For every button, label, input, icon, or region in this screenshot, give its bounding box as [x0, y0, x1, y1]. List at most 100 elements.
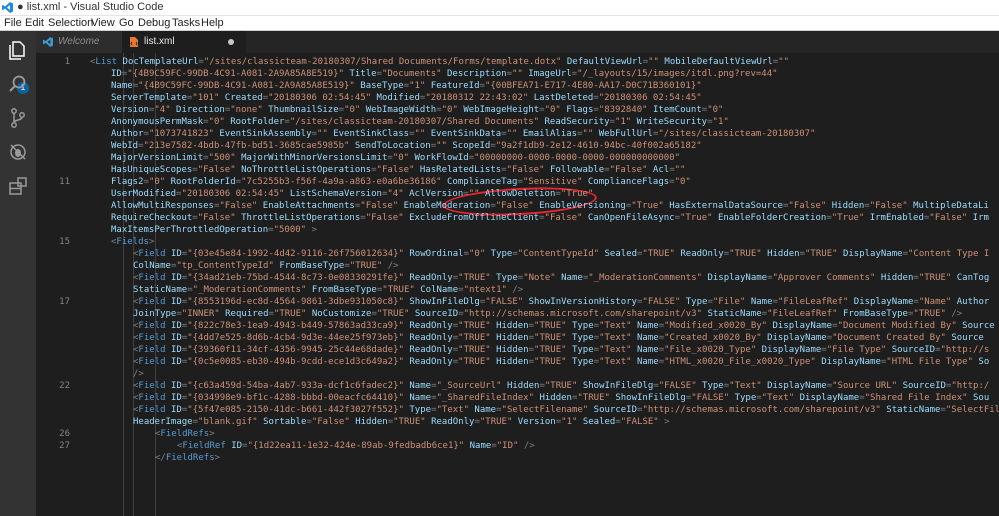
- code-text: AllowMultiResponses="False" EnableAttach…: [111, 200, 989, 212]
- code-token: "_ModerationComments": [588, 273, 703, 283]
- menu-help[interactable]: Help: [201, 16, 224, 30]
- code-editor[interactable]: 1 <List DocTemplateUrl="/sites/classictea…: [36, 53, 999, 516]
- code-token: EventSinkAssembly: [219, 129, 312, 139]
- code-token: />: [523, 441, 535, 451]
- debug-icon[interactable]: [7, 141, 29, 163]
- code-line[interactable]: WebId="213e7582-4bdb-47fb-bd51-3685cae59…: [36, 140, 999, 152]
- code-line[interactable]: UserModified="20180306 02:54:45" ListSch…: [36, 188, 999, 200]
- code-line[interactable]: AnonymousPermMask="0" RootFolder="/sites…: [36, 116, 999, 128]
- code-line[interactable]: AllowMultiResponses="False" EnableAttach…: [36, 200, 999, 212]
- code-token: IrmEnabled: [869, 213, 924, 223]
- tab-list-xml[interactable]: list.xml: [122, 31, 246, 53]
- code-token: ShowInVersionHistory: [528, 297, 637, 307]
- code-token: "TRUE": [544, 381, 578, 391]
- code-token: Direction: [176, 105, 225, 115]
- code-token: "FALSE": [658, 381, 697, 391]
- code-token: Source: [951, 333, 984, 343]
- files-icon[interactable]: [7, 39, 29, 61]
- code-token: JoinType: [133, 309, 177, 319]
- code-token: "213e7582-4bdb-47fb-bd51-3685cae5985b": [143, 141, 350, 151]
- code-line[interactable]: ID="{4B9C59FC-99DB-4C91-A081-2A9A85A8E51…: [36, 68, 999, 80]
- code-token: LastDeleted: [533, 93, 594, 103]
- tab-welcome[interactable]: Welcome: [36, 31, 122, 53]
- menu-tasks[interactable]: Tasks: [172, 16, 200, 30]
- code-text: <Field ID="{34ad21eb-75bd-4544-8c73-0e08…: [133, 272, 989, 284]
- code-token: "7c5255b3-f56f-4a9a-a863-e0a6be36186": [241, 177, 442, 187]
- code-line[interactable]: JoinType="INNER" Required="TRUE" NoCusto…: [36, 308, 999, 320]
- code-line[interactable]: HasUniqueScopes="False" NoThrottleListOp…: [36, 164, 999, 176]
- code-line[interactable]: <Field ID="{0c5e0085-eb30-494b-9cdd-ece1…: [36, 356, 999, 368]
- code-token: "0": [208, 117, 225, 127]
- code-token: "ContentTypeId": [517, 249, 600, 259]
- code-line[interactable]: 11 Flags2="0" RootFolderId="7c5255b3-f56f…: [36, 176, 999, 188]
- code-line[interactable]: ServerTemplate="101" Created="20180306 0…: [36, 92, 999, 104]
- code-token: WebImageWidth: [365, 105, 437, 115]
- code-line[interactable]: Author="1073741823" EventSinkAssembly=""…: [36, 128, 999, 140]
- code-token: "TRUE": [642, 249, 675, 259]
- code-token: "{034998e9-bf1c-4288-bbbd-00eacfc64410}": [187, 393, 404, 403]
- code-line[interactable]: 17 <Field ID="{8553196d-ec8d-4564-9861-3d…: [36, 296, 999, 308]
- code-token: SourceID: [902, 381, 946, 391]
- code-token: "": [512, 69, 523, 79]
- code-line[interactable]: Name="{4B9C59FC-99DB-4C91-A081-2A9A85A8E…: [36, 80, 999, 92]
- code-line[interactable]: 1 <List DocTemplateUrl="/sites/classictea…: [36, 56, 999, 68]
- code-line[interactable]: <Field ID="{03e45e84-1992-4d42-9116-26f7…: [36, 248, 999, 260]
- code-text: <Fields>: [111, 236, 154, 248]
- code-token: ID: [170, 333, 182, 343]
- menu-file[interactable]: File: [4, 16, 22, 30]
- code-token: Author: [956, 297, 990, 307]
- code-token: ThumbnailSize: [268, 105, 339, 115]
- code-line[interactable]: <Field ID="{4dd7e525-8d6b-4cb4-9d3e-44ee…: [36, 332, 999, 344]
- code-line[interactable]: </FieldRefs>: [36, 452, 999, 464]
- code-token: "http:/: [951, 381, 990, 391]
- code-line[interactable]: <Field ID="{034998e9-bf1c-4288-bbbd-00ea…: [36, 392, 999, 404]
- code-line[interactable]: 15 <Fields>: [36, 236, 999, 248]
- code-line[interactable]: MaxItemsPerThrottledOperation="5000" >: [36, 224, 999, 236]
- code-token: Hidden: [496, 333, 529, 343]
- code-token: "{00BFEA71-E717-4E80-AA17-D0C71B360101}": [484, 81, 702, 91]
- extensions-icon[interactable]: [7, 175, 29, 197]
- code-token: "File_x0020_Type": [664, 345, 757, 355]
- menu-go[interactable]: Go: [119, 16, 134, 30]
- code-line[interactable]: MajorVersionLimit="500" MajorWithMinorVe…: [36, 152, 999, 164]
- code-token: "TRUE": [273, 309, 307, 319]
- code-line[interactable]: 27 <FieldRef ID="{1d22ea11-1e32-424e-89ab…: [36, 440, 999, 452]
- code-token: "tp_ContentTypeId": [176, 261, 274, 271]
- code-line[interactable]: />: [36, 368, 999, 380]
- menu-edit[interactable]: Edit: [25, 16, 44, 30]
- code-token: Followable: [549, 165, 605, 175]
- code-token: "1": [409, 81, 426, 91]
- code-token: "TRUE": [577, 393, 610, 403]
- code-text: <FieldRefs>: [155, 428, 215, 440]
- code-line[interactable]: 22 <Field ID="{c63a459d-54ba-4ab7-933a-dc…: [36, 380, 999, 392]
- code-line[interactable]: ColName="tp_ContentTypeId" FromBaseType=…: [36, 260, 999, 272]
- code-token: ImageUrl: [528, 69, 572, 79]
- code-token: Hidden: [496, 357, 529, 367]
- source-control-icon[interactable]: [7, 107, 29, 129]
- code-token: "FALSE": [485, 297, 524, 307]
- code-token: "Text": [599, 357, 632, 367]
- code-line[interactable]: <Field ID="{5f47e085-2150-41dc-b661-442f…: [36, 404, 999, 416]
- code-token: "00000000-0000-0000-0000-000000000000": [474, 153, 680, 163]
- search-icon[interactable]: [7, 73, 29, 95]
- code-line[interactable]: HeaderImage="blank.gif" Sortable="False"…: [36, 416, 999, 428]
- code-token: "0": [392, 153, 410, 163]
- code-line[interactable]: RequireCheckout="False" ThrottleListOper…: [36, 212, 999, 224]
- menu-debug[interactable]: Debug: [138, 16, 170, 30]
- code-token: EventSinkClass: [333, 129, 410, 139]
- code-line[interactable]: <Field ID="{822c78e3-1ea9-4943-b449-5786…: [36, 320, 999, 332]
- code-line[interactable]: <Field ID="{34ad21eb-75bd-4544-8c73-0e08…: [36, 272, 999, 284]
- code-line[interactable]: Version="4" Direction="none" ThumbnailSi…: [36, 104, 999, 116]
- code-token: RequireCheckout: [111, 213, 193, 223]
- code-token: "Note": [523, 273, 556, 283]
- menu-selection[interactable]: Selection: [48, 16, 93, 30]
- code-token: Version: [517, 417, 556, 427]
- code-line[interactable]: StaticName="_ModerationComments" FromBas…: [36, 284, 999, 296]
- unsaved-dot-icon[interactable]: [228, 39, 234, 45]
- code-line[interactable]: 26 <FieldRefs>: [36, 428, 999, 440]
- code-token: "TRUE": [458, 345, 491, 355]
- code-line[interactable]: <Field ID="{39360f11-34cf-4356-9945-25c4…: [36, 344, 999, 356]
- vscode-logo-icon: [43, 37, 53, 47]
- menu-view[interactable]: View: [91, 16, 115, 30]
- code-token: "FALSE": [642, 297, 681, 307]
